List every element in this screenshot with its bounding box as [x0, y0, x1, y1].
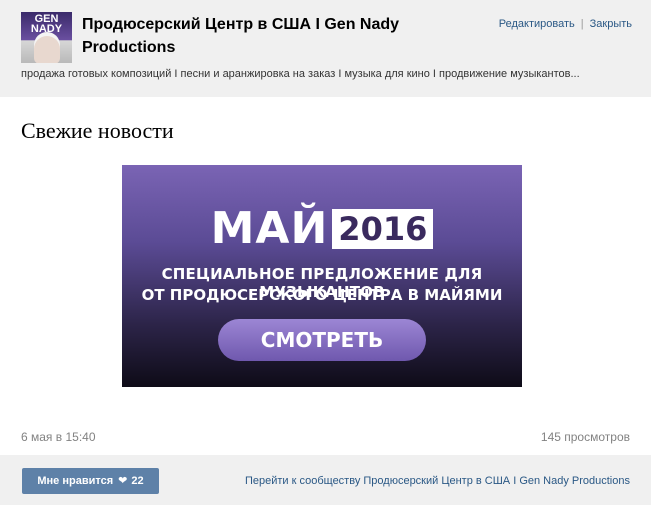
- community-title[interactable]: Продюсерский Центр в США I Gen Nady Prod…: [82, 13, 472, 59]
- actions-divider: |: [580, 18, 584, 30]
- header-actions: Редактировать | Закрыть: [499, 18, 632, 30]
- banner-watch-button[interactable]: СМОТРЕТЬ: [218, 319, 426, 361]
- avatar-photo: [34, 36, 60, 63]
- community-description: продажа готовых композиций I песни и ара…: [21, 68, 580, 80]
- heart-icon: ❤: [118, 475, 128, 487]
- close-link[interactable]: Закрыть: [590, 18, 632, 30]
- banner-year: 2016: [332, 209, 434, 249]
- banner-date-row: МАЙ 2016: [122, 205, 522, 253]
- go-to-community-link[interactable]: Перейти к сообществу Продюсерский Центр …: [245, 475, 630, 487]
- like-count: 22: [131, 475, 144, 487]
- post-date[interactable]: 6 мая в 15:40: [21, 430, 96, 444]
- widget-footer: Мне нравится ❤ 22 Перейти к сообществу Про…: [0, 455, 651, 505]
- promo-banner[interactable]: МАЙ 2016 СПЕЦИАЛЬНОЕ ПРЕДЛОЖЕНИЕ ДЛЯ МУЗ…: [122, 165, 522, 387]
- like-button[interactable]: Мне нравится ❤ 22: [22, 468, 159, 494]
- like-label: Мне нравится: [37, 475, 114, 487]
- banner-month: МАЙ: [210, 203, 329, 254]
- section-heading: Свежие новости: [21, 118, 174, 143]
- post-views: 145 просмотров: [540, 430, 630, 444]
- avatar-logo-text: GEN NADY: [30, 13, 63, 35]
- community-avatar[interactable]: GEN NADY: [21, 12, 72, 63]
- widget-header: GEN NADY Продюсерский Центр в США I Gen N…: [0, 0, 651, 97]
- edit-link[interactable]: Редактировать: [499, 18, 575, 30]
- banner-offer-line2: ОТ ПРОДЮСЕРСКОГО ЦЕНТРА В МАЙЯМИ: [141, 286, 503, 304]
